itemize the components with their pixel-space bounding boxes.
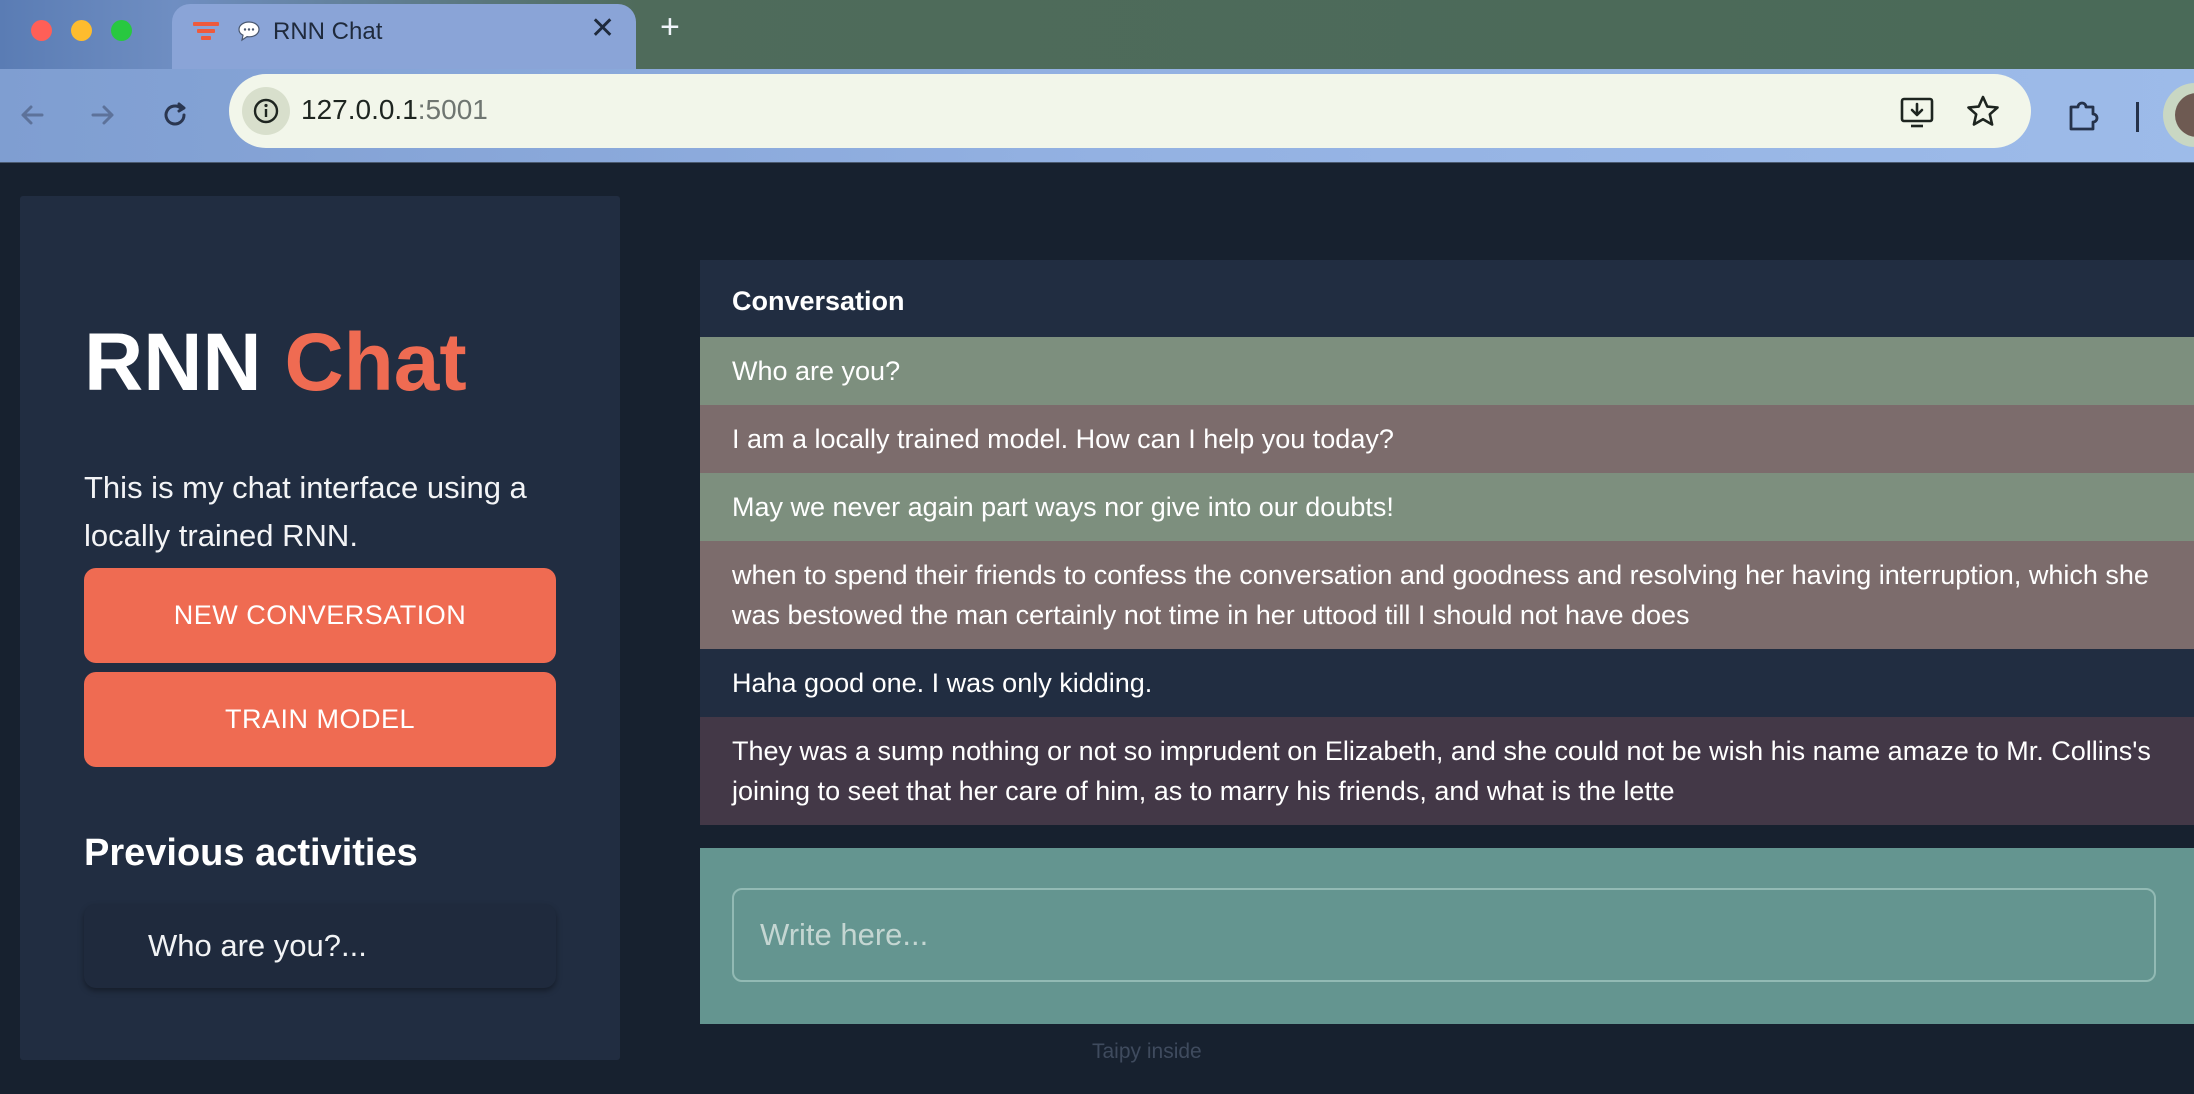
install-app-icon[interactable] (1899, 93, 1937, 131)
address-bar[interactable]: 127.0.0.1:5001 (229, 74, 2031, 148)
window-close-button[interactable] (31, 20, 52, 41)
previous-activity-label: Who are you?... (148, 928, 367, 963)
taipy-favicon-icon (193, 22, 219, 40)
app-title-accent: Chat (284, 317, 467, 408)
previous-activities-title: Previous activities (84, 832, 418, 874)
message-input-area (700, 848, 2194, 1024)
chat-bubble-icon (238, 21, 260, 42)
previous-activity-item[interactable]: Who are you?... (84, 904, 556, 988)
puzzle-icon[interactable] (2065, 96, 2103, 134)
profile-avatar[interactable] (2163, 83, 2194, 147)
url-host: 127.0.0.1 (301, 94, 418, 125)
message-row: I am a locally trained model. How can I … (700, 405, 2194, 473)
train-model-button[interactable]: TRAIN MODEL (84, 672, 556, 767)
new-conversation-button[interactable]: NEW CONVERSATION (84, 568, 556, 663)
message-row: May we never again part ways nor give in… (700, 473, 2194, 541)
arrow-left-icon[interactable] (14, 97, 50, 133)
message-row: when to spend their friends to confess t… (700, 541, 2194, 649)
toolbar-separator (2136, 102, 2139, 132)
sidebar: RNN Chat This is my chat interface using… (20, 196, 620, 1060)
arrow-right-icon[interactable] (85, 97, 121, 133)
message-row: Who are you? (700, 337, 2194, 405)
tab-title: RNN Chat (273, 18, 383, 45)
url-port: :5001 (417, 94, 488, 125)
browser-tab[interactable]: RNN Chat ✕ (172, 4, 636, 69)
window-minimize-button[interactable] (71, 20, 92, 41)
site-info-button[interactable] (242, 87, 290, 135)
browser-toolbar: 127.0.0.1:5001 (0, 69, 2194, 163)
close-tab-icon[interactable]: ✕ (590, 14, 615, 44)
url-text: 127.0.0.1:5001 (301, 94, 488, 126)
browser-tab-bar: RNN Chat ✕ + (0, 0, 2194, 69)
message-input[interactable] (732, 888, 2156, 982)
avatar-photo (2175, 93, 2194, 137)
app-title-main: RNN (84, 317, 262, 408)
app-title: RNN Chat (84, 316, 467, 410)
message-row: Haha good one. I was only kidding. (700, 649, 2194, 717)
message-row: They was a sump nothing or not so imprud… (700, 717, 2194, 825)
window-zoom-button[interactable] (111, 20, 132, 41)
star-icon[interactable] (1964, 93, 2002, 131)
conversation-table: Conversation Who are you? I am a locally… (700, 260, 2194, 825)
footer-text: Taipy inside (1092, 1040, 1202, 1063)
reload-icon[interactable] (157, 97, 193, 133)
app-description: This is my chat interface using a locall… (84, 470, 527, 553)
conversation-title: Conversation (732, 286, 905, 316)
new-tab-icon[interactable]: + (660, 10, 680, 44)
conversation-header: Conversation (700, 260, 2194, 337)
info-icon (253, 98, 279, 124)
